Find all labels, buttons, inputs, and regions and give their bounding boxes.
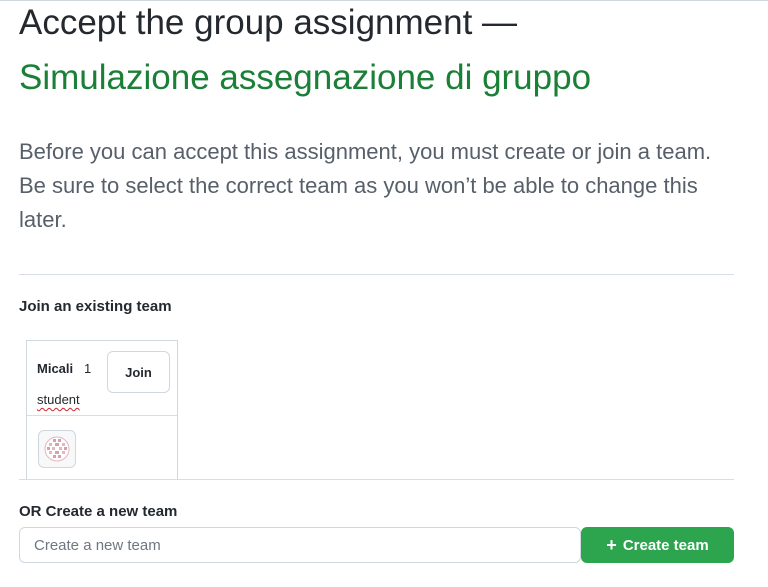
card-divider bbox=[27, 415, 177, 416]
assignment-name: Simulazione assegnazione di gruppo bbox=[19, 58, 592, 97]
join-team-button[interactable]: Join bbox=[107, 351, 170, 393]
team-member-unit: student bbox=[37, 392, 80, 407]
top-border bbox=[0, 0, 768, 1]
create-team-button[interactable]: + Create team bbox=[581, 527, 734, 563]
create-team-label: Create team bbox=[622, 536, 709, 554]
section-divider bbox=[19, 274, 734, 275]
identicon-pattern-icon bbox=[44, 436, 70, 462]
team-name: Micali bbox=[37, 361, 74, 376]
assignment-description: Before you can accept this assignment, y… bbox=[19, 139, 712, 232]
identicon-avatar-icon bbox=[38, 430, 76, 468]
join-team-heading: Join an existing team bbox=[19, 298, 172, 315]
new-team-name-input[interactable] bbox=[19, 527, 581, 563]
plus-icon: + bbox=[606, 535, 617, 555]
page-title: Accept the group assignment — bbox=[19, 3, 518, 42]
section-divider bbox=[19, 479, 734, 480]
team-member-count: 1 bbox=[84, 361, 92, 376]
create-team-heading: OR Create a new team bbox=[19, 503, 178, 520]
team-card: Micali 1 student Join bbox=[26, 340, 178, 480]
accept-assignment-page: Accept the group assignment — Simulazion… bbox=[0, 0, 768, 587]
